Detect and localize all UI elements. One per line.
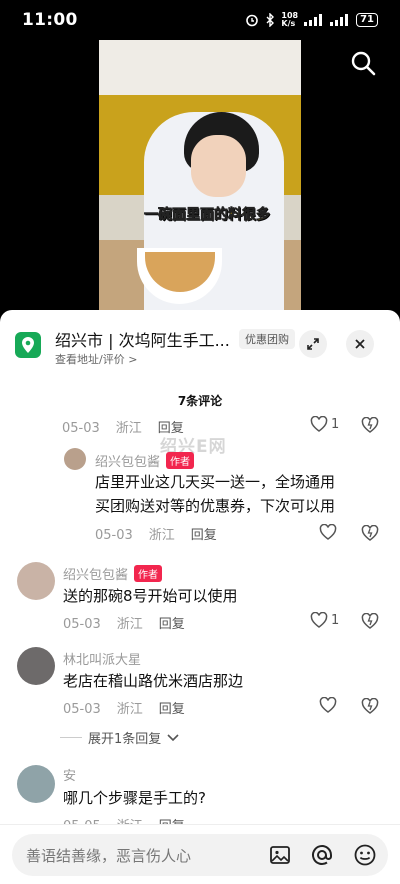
comment-input-bar: 善语结善缘，恶言伤人心	[0, 824, 400, 884]
close-icon	[355, 339, 365, 349]
poi-badge: 优惠团购	[239, 329, 295, 349]
close-sheet-button[interactable]	[346, 330, 374, 358]
location-pin-icon	[15, 332, 41, 358]
video-frame: 一碗面里面的料很多	[99, 40, 301, 312]
like-button[interactable]	[319, 524, 337, 540]
comment-text: 店里开业这几天买一送一，全场通用 买团购送对等的优惠券，下次可以用	[95, 470, 335, 518]
author-name[interactable]: 绍兴包包酱	[63, 568, 128, 583]
comment-date: 05-03	[95, 528, 133, 543]
author-tag: 作者	[166, 452, 195, 469]
like-button[interactable]: 1	[310, 612, 339, 628]
app-screen: 11:00 108 K/s 71 一碗面里面的料很多 绍兴市 | 次坞阿生手工.…	[0, 0, 400, 884]
search-icon[interactable]	[348, 48, 378, 78]
comments-count: 7条评论	[177, 394, 223, 408]
comment-location: 浙江	[116, 617, 143, 632]
poi-title[interactable]: 绍兴市 | 次坞阿生手工...	[55, 327, 230, 351]
alarm-icon	[246, 14, 259, 27]
emoji-icon[interactable]	[353, 843, 377, 867]
comment-location: 浙江	[148, 528, 175, 543]
status-icons: 108 K/s 71	[245, 12, 378, 28]
avatar[interactable]	[17, 562, 55, 600]
avatar[interactable]	[17, 765, 55, 803]
caption-highlight: 料很多	[228, 207, 271, 224]
net-speed: 108 K/s	[281, 12, 298, 28]
chevron-down-icon	[167, 733, 179, 741]
expand-icon	[307, 338, 319, 350]
dislike-icon[interactable]	[361, 417, 379, 433]
heart-icon	[310, 416, 328, 432]
caption-part-b: 里面的	[186, 207, 229, 224]
frame-face	[191, 135, 246, 197]
author-name[interactable]: 绍兴包包酱	[95, 455, 160, 470]
comment-author[interactable]: 绍兴包包酱 作者	[63, 564, 163, 583]
like-button[interactable]	[319, 697, 337, 713]
signal-icon-2	[330, 14, 350, 26]
comment-text: 送的那碗8号开始可以使用	[63, 587, 238, 605]
comment-date: 05-03	[63, 702, 101, 717]
video-player[interactable]: 一碗面里面的料很多	[0, 40, 400, 312]
dislike-icon[interactable]	[361, 613, 379, 629]
heart-icon	[310, 612, 328, 628]
heart-icon	[319, 697, 337, 713]
reply-button[interactable]: 回复	[159, 617, 185, 632]
caption-part-a: 一碗面	[144, 207, 187, 224]
comment-author[interactable]: 安	[63, 765, 76, 784]
comment-meta: 05-03 浙江 回复	[95, 524, 233, 543]
net-speed-unit: K/s	[281, 19, 296, 28]
comment-meta: 05-03 浙江 回复	[63, 698, 201, 717]
author-tag: 作者	[134, 565, 163, 582]
comment-meta: 05-03 浙江 回复	[63, 613, 201, 632]
poi-subtitle-link[interactable]: 查看地址/评价 >	[55, 351, 137, 367]
comment-date: 05-03	[62, 421, 100, 436]
comment-input[interactable]: 善语结善缘，恶言伤人心	[12, 834, 388, 876]
comment-location: 浙江	[115, 421, 142, 436]
mention-icon[interactable]	[310, 843, 334, 867]
status-bar: 11:00 108 K/s 71	[0, 0, 400, 40]
battery-indicator: 71	[356, 13, 378, 27]
bluetooth-icon	[266, 13, 275, 27]
comments-sheet: 绍兴市 | 次坞阿生手工... 优惠团购 查看地址/评价 > 7条评论 绍兴E网…	[0, 310, 400, 884]
comment-input-placeholder: 善语结善缘，恶言伤人心	[26, 847, 192, 865]
signal-icon	[304, 14, 324, 26]
comment-text: 老店在稽山路优米酒店那边	[63, 672, 244, 690]
like-count: 1	[331, 612, 340, 628]
like-count: 1	[331, 416, 340, 432]
dislike-icon[interactable]	[361, 525, 379, 541]
status-time: 11:00	[22, 10, 78, 30]
comment-text-line: 店里开业这几天买一送一，全场通用	[95, 473, 336, 491]
reply-button[interactable]: 回复	[158, 421, 184, 436]
reply-button[interactable]: 回复	[191, 528, 217, 543]
comment-location: 浙江	[116, 702, 143, 717]
video-caption: 一碗面里面的料很多	[144, 204, 271, 224]
expand-label: 展开1条回复	[88, 732, 162, 747]
comment-date: 05-03	[63, 617, 101, 632]
avatar[interactable]	[64, 448, 86, 470]
expand-sheet-button[interactable]	[299, 330, 327, 358]
image-icon[interactable]	[268, 843, 292, 867]
comment-meta: 05-03 浙江 回复	[62, 417, 200, 436]
like-button[interactable]: 1	[310, 416, 339, 432]
comment-author[interactable]: 林北叫派大星	[63, 649, 141, 668]
heart-icon	[319, 524, 337, 540]
dislike-icon[interactable]	[361, 698, 379, 714]
expand-divider	[60, 737, 82, 738]
poi-card[interactable]: 绍兴市 | 次坞阿生手工... 优惠团购 查看地址/评价 >	[15, 324, 385, 370]
comment-text: 哪几个步骤是手工的?	[63, 789, 206, 807]
comment-text-line: 买团购送对等的优惠券，下次可以用	[95, 497, 336, 515]
expand-replies-button[interactable]: 展开1条回复	[60, 728, 179, 747]
comment-author[interactable]: 绍兴包包酱 作者	[95, 451, 195, 470]
avatar[interactable]	[17, 647, 55, 685]
reply-button[interactable]: 回复	[159, 702, 185, 717]
